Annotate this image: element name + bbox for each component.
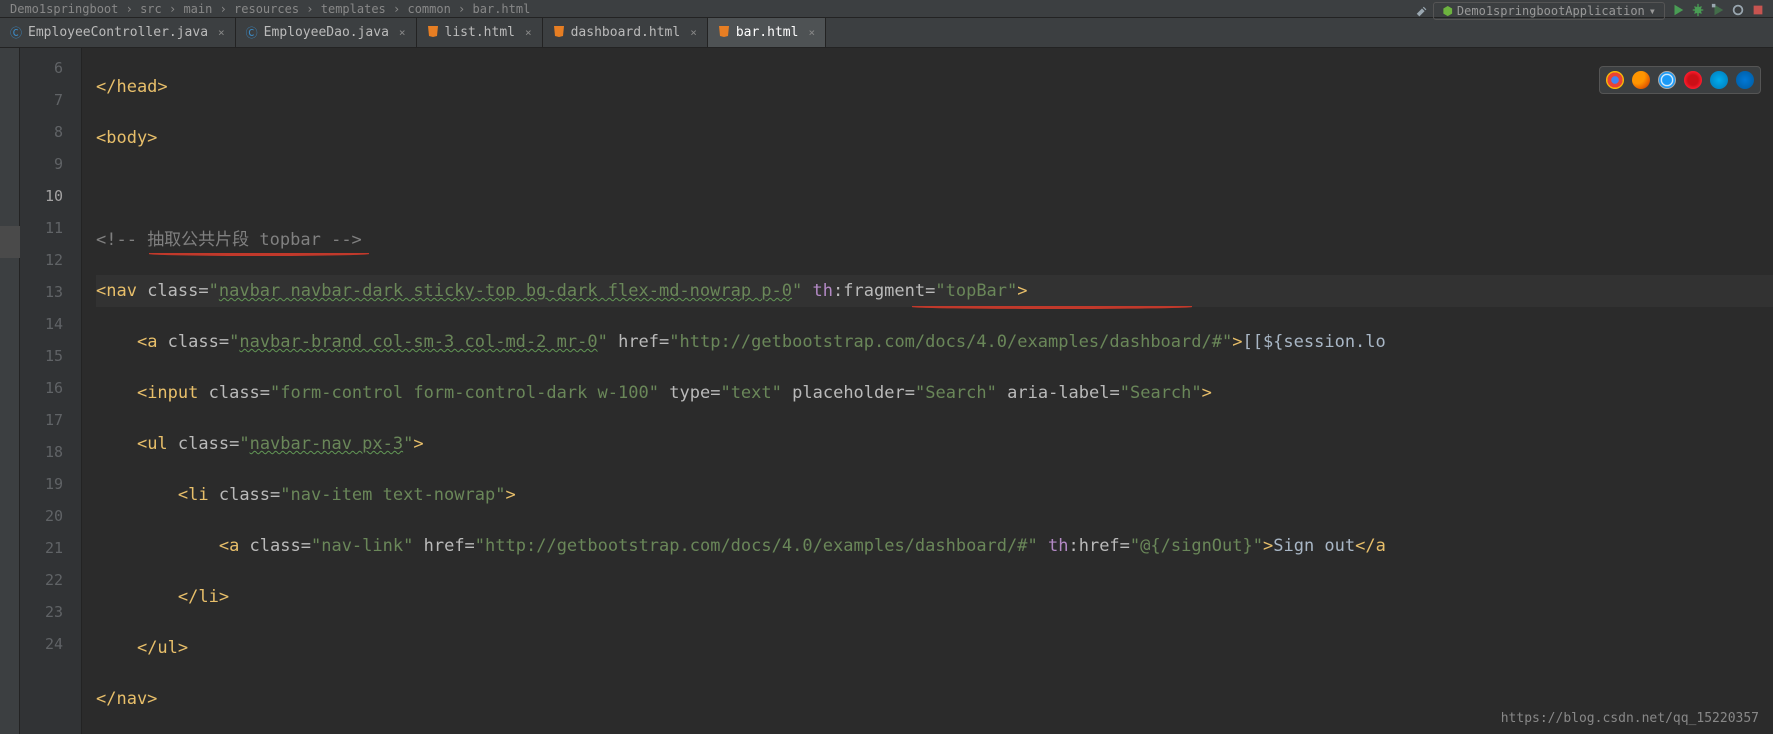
opera-icon[interactable] bbox=[1684, 71, 1702, 89]
file-tab[interactable]: list.html × bbox=[417, 18, 543, 47]
close-icon[interactable]: × bbox=[525, 26, 532, 39]
run-button[interactable] bbox=[1671, 3, 1685, 20]
gutter-highlight bbox=[0, 226, 20, 258]
code-line[interactable]: </li> bbox=[96, 581, 1773, 613]
java-class-icon: Ⓒ bbox=[246, 24, 258, 41]
run-config-label: Demo1springbootApplication bbox=[1457, 4, 1645, 18]
file-tab[interactable]: Ⓒ EmployeeController.java × bbox=[0, 18, 236, 47]
profiler-button[interactable] bbox=[1731, 3, 1745, 20]
file-tab-active[interactable]: bar.html × bbox=[708, 18, 826, 47]
browser-preview-panel bbox=[1599, 66, 1761, 94]
breadcrumb-crumb[interactable]: templates bbox=[321, 2, 386, 16]
code-line[interactable]: <!-- 抽取公共片段 topbar --> bbox=[96, 224, 1773, 256]
firefox-icon[interactable] bbox=[1632, 71, 1650, 89]
breadcrumb-crumb[interactable]: Demo1springboot bbox=[10, 2, 118, 16]
code-line[interactable]: <nav class="navbar navbar-dark sticky-to… bbox=[96, 275, 1773, 307]
code-line[interactable]: <input class="form-control form-control-… bbox=[96, 377, 1773, 409]
close-icon[interactable]: × bbox=[808, 26, 815, 39]
safari-icon[interactable] bbox=[1658, 71, 1676, 89]
close-icon[interactable]: × bbox=[690, 26, 697, 39]
run-with-coverage-button[interactable] bbox=[1711, 3, 1725, 20]
breadcrumb-crumb[interactable]: resources bbox=[234, 2, 299, 16]
breadcrumb-crumb[interactable]: src bbox=[140, 2, 162, 16]
file-tab[interactable]: dashboard.html × bbox=[543, 18, 708, 47]
breadcrumb-crumb[interactable]: bar.html bbox=[473, 2, 531, 16]
code-line[interactable]: <ul class="navbar-nav px-3"> bbox=[96, 428, 1773, 460]
breadcrumb-crumb[interactable]: common bbox=[407, 2, 450, 16]
file-tab[interactable]: Ⓒ EmployeeDao.java × bbox=[236, 18, 417, 47]
code-line[interactable]: <a class="navbar-brand col-sm-3 col-md-2… bbox=[96, 326, 1773, 358]
spring-icon: ⬢ bbox=[1442, 4, 1452, 18]
code-line[interactable] bbox=[96, 173, 1773, 205]
close-icon[interactable]: × bbox=[399, 26, 406, 39]
stop-button[interactable] bbox=[1751, 3, 1765, 20]
tab-label: EmployeeController.java bbox=[28, 25, 208, 40]
fold-gutter[interactable] bbox=[82, 48, 96, 734]
chevron-down-icon: ▾ bbox=[1649, 4, 1656, 18]
breadcrumb-bar: Demo1springboot › src › main › resources… bbox=[0, 0, 1773, 18]
code-editor[interactable]: 6 7 8 9 10 11 12 13 14 15 16 17 18 19 20… bbox=[0, 48, 1773, 734]
tab-label: dashboard.html bbox=[571, 25, 681, 40]
html-file-icon bbox=[427, 25, 439, 40]
debug-button[interactable] bbox=[1691, 3, 1705, 20]
ie-icon[interactable] bbox=[1710, 71, 1728, 89]
code-line[interactable]: <li class="nav-item text-nowrap"> bbox=[96, 479, 1773, 511]
tool-window-stripe-left[interactable] bbox=[0, 48, 20, 734]
chrome-icon[interactable] bbox=[1606, 71, 1624, 89]
breadcrumb-crumb[interactable]: main bbox=[183, 2, 212, 16]
watermark: https://blog.csdn.net/qq_15220357 bbox=[1501, 711, 1759, 726]
close-icon[interactable]: × bbox=[218, 26, 225, 39]
edge-icon[interactable] bbox=[1736, 71, 1754, 89]
code-content[interactable]: </head> <body> <!-- 抽取公共片段 topbar --> <n… bbox=[96, 48, 1773, 734]
code-line[interactable]: </ul> bbox=[96, 632, 1773, 664]
editor-tab-bar: Ⓒ EmployeeController.java × Ⓒ EmployeeDa… bbox=[0, 18, 1773, 48]
code-line[interactable]: <a class="nav-link" href="http://getboot… bbox=[96, 530, 1773, 562]
tab-label: list.html bbox=[445, 25, 515, 40]
java-class-icon: Ⓒ bbox=[10, 24, 22, 41]
tab-label: EmployeeDao.java bbox=[264, 25, 389, 40]
tab-label: bar.html bbox=[736, 25, 799, 40]
run-configuration-dropdown[interactable]: ⬢ Demo1springbootApplication ▾ bbox=[1433, 2, 1665, 20]
html-file-icon bbox=[718, 25, 730, 40]
html-file-icon bbox=[553, 25, 565, 40]
code-line[interactable]: <body> bbox=[96, 122, 1773, 154]
code-line[interactable]: </head> bbox=[96, 71, 1773, 103]
build-icon[interactable] bbox=[1415, 5, 1427, 17]
toolbar-run-area: ⬢ Demo1springbootApplication ▾ bbox=[1407, 0, 1773, 22]
